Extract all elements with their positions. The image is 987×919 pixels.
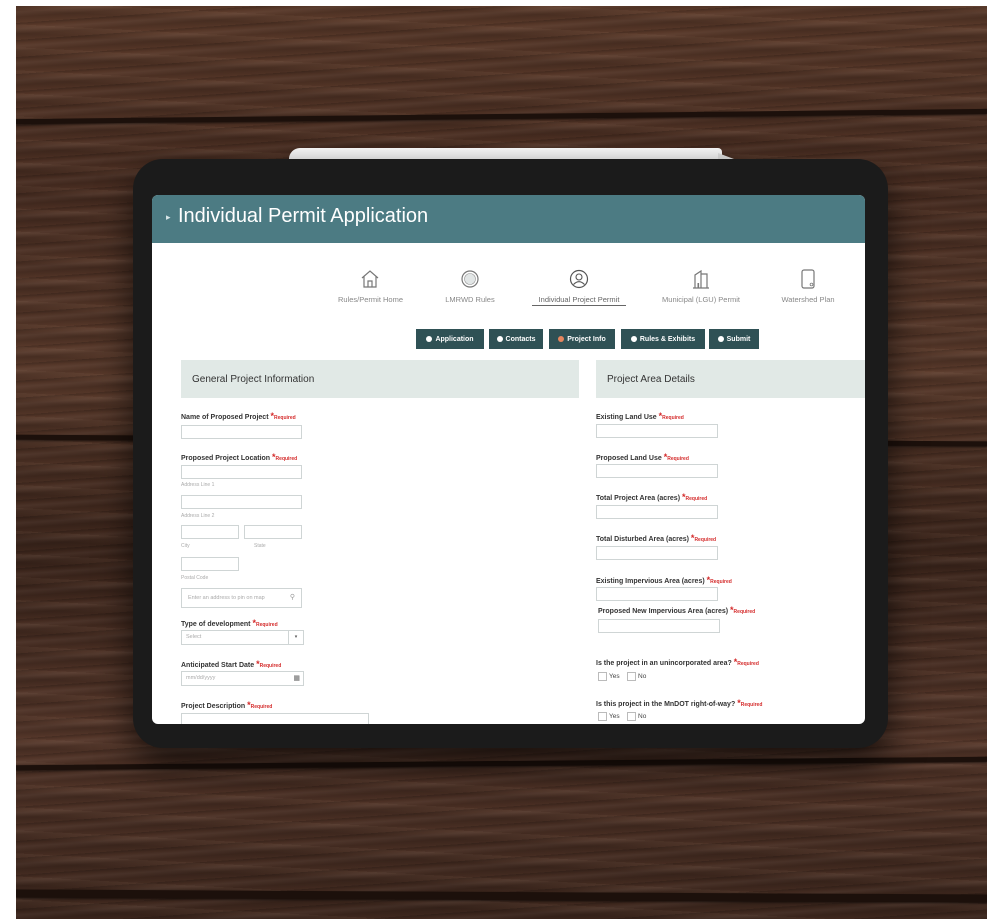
city-input[interactable]	[181, 525, 239, 539]
postal-code-caption: Postal Code	[181, 575, 209, 581]
nav-lmrwd-rules[interactable]: LMRWD Rules	[438, 267, 502, 307]
step-dot-icon	[426, 336, 433, 342]
proposed-land-use-label: Proposed Land Use *Required	[596, 452, 689, 462]
step-active-dot-icon	[558, 336, 565, 342]
step-dot-icon	[496, 336, 503, 342]
start-date-label: Anticipated Start Date *Required	[181, 659, 282, 669]
start-date-input[interactable]: mm/dd/yyyy ▦	[181, 671, 304, 686]
step-project-info-button[interactable]: Project Info	[549, 329, 615, 349]
app-header: ▸ Individual Permit Application	[152, 195, 865, 243]
mndot-no-checkbox[interactable]: No	[627, 712, 646, 721]
project-location-label: Proposed Project Location *Required	[181, 452, 298, 462]
new-impervious-area-label: Proposed New Impervious Area (acres) *Re…	[598, 605, 756, 615]
project-description-input[interactable]	[181, 713, 369, 724]
total-disturbed-area-input[interactable]	[596, 546, 718, 560]
postal-code-input[interactable]	[181, 557, 239, 571]
plank-seam	[16, 756, 987, 771]
nav-municipal-lgu-permit[interactable]: Municipal (LGU) Permit	[655, 267, 747, 307]
collapse-arrow-icon[interactable]: ▸	[166, 212, 171, 223]
step-rules-exhibits-button[interactable]: Rules & Exhibits	[621, 329, 705, 349]
existing-land-use-input[interactable]	[596, 424, 718, 438]
step-contacts-button[interactable]: Contacts	[489, 329, 543, 349]
page-title: Individual Permit Application	[178, 205, 429, 227]
existing-land-use-label: Existing Land Use *Required	[596, 411, 684, 421]
project-name-label: Name of Proposed Project *Required	[181, 411, 296, 421]
document-icon	[801, 269, 815, 289]
state-caption: State	[254, 543, 266, 549]
type-of-development-label: Type of development *Required	[181, 618, 278, 628]
proposed-land-use-input[interactable]	[596, 464, 718, 478]
map-pin-icon: ⚲	[289, 594, 295, 601]
total-project-area-input[interactable]	[596, 505, 718, 519]
nav-individual-project-permit[interactable]: Individual Project Permit	[532, 267, 626, 307]
total-project-area-label: Total Project Area (acres) *Required	[596, 492, 708, 502]
checkbox-icon	[598, 672, 607, 681]
nav-watershed-plan[interactable]: Watershed Plan	[776, 267, 840, 307]
checkbox-icon	[627, 672, 636, 681]
unincorporated-area-label: Is the project in an unincorporated area…	[596, 657, 759, 667]
plank-seam	[16, 108, 987, 125]
nav-rules-permit-home[interactable]: Rules/Permit Home	[338, 267, 403, 307]
mndot-row-label: Is this project in the MnDOT right-of-wa…	[596, 698, 763, 708]
address-line1-caption: Address Line 1	[181, 482, 215, 488]
project-area-details-header: Project Area Details	[596, 360, 865, 398]
map-address-input[interactable]: Enter an address to pin on map ⚲	[181, 588, 302, 608]
step-dot-icon	[630, 336, 637, 342]
mndot-yes-checkbox[interactable]: Yes	[598, 712, 620, 721]
checkbox-icon	[627, 712, 636, 721]
building-icon	[693, 269, 709, 289]
unincorporated-no-checkbox[interactable]: No	[627, 672, 646, 681]
step-submit-button[interactable]: Submit	[709, 329, 759, 349]
address-line2-caption: Address Line 2	[181, 513, 215, 519]
step-dot-icon	[717, 336, 724, 342]
calendar-icon[interactable]: ▦	[293, 672, 300, 685]
total-disturbed-area-label: Total Disturbed Area (acres) *Required	[596, 533, 717, 543]
tablet-screen: ▸ Individual Permit Application Rules/Pe…	[152, 195, 865, 724]
project-name-input[interactable]	[181, 425, 302, 439]
home-icon	[361, 270, 379, 288]
step-application-button[interactable]: Application	[416, 329, 484, 349]
city-caption: City	[181, 543, 190, 549]
project-description-label: Project Description *Required	[181, 700, 273, 710]
type-of-development-select[interactable]: Select ▾	[181, 630, 304, 645]
unincorporated-yes-checkbox[interactable]: Yes	[598, 672, 620, 681]
plank-seam	[16, 889, 987, 903]
existing-impervious-area-input[interactable]	[596, 587, 718, 601]
state-input[interactable]	[244, 525, 302, 539]
user-icon	[569, 269, 589, 289]
chevron-down-icon: ▾	[288, 631, 303, 644]
existing-impervious-area-label: Existing Impervious Area (acres) *Requir…	[596, 575, 732, 585]
badge-icon	[461, 270, 479, 288]
address-line2-input[interactable]	[181, 495, 302, 509]
general-project-info-header: General Project Information	[181, 360, 579, 398]
checkbox-icon	[598, 712, 607, 721]
address-line1-input[interactable]	[181, 465, 302, 479]
new-impervious-area-input[interactable]	[598, 619, 720, 633]
